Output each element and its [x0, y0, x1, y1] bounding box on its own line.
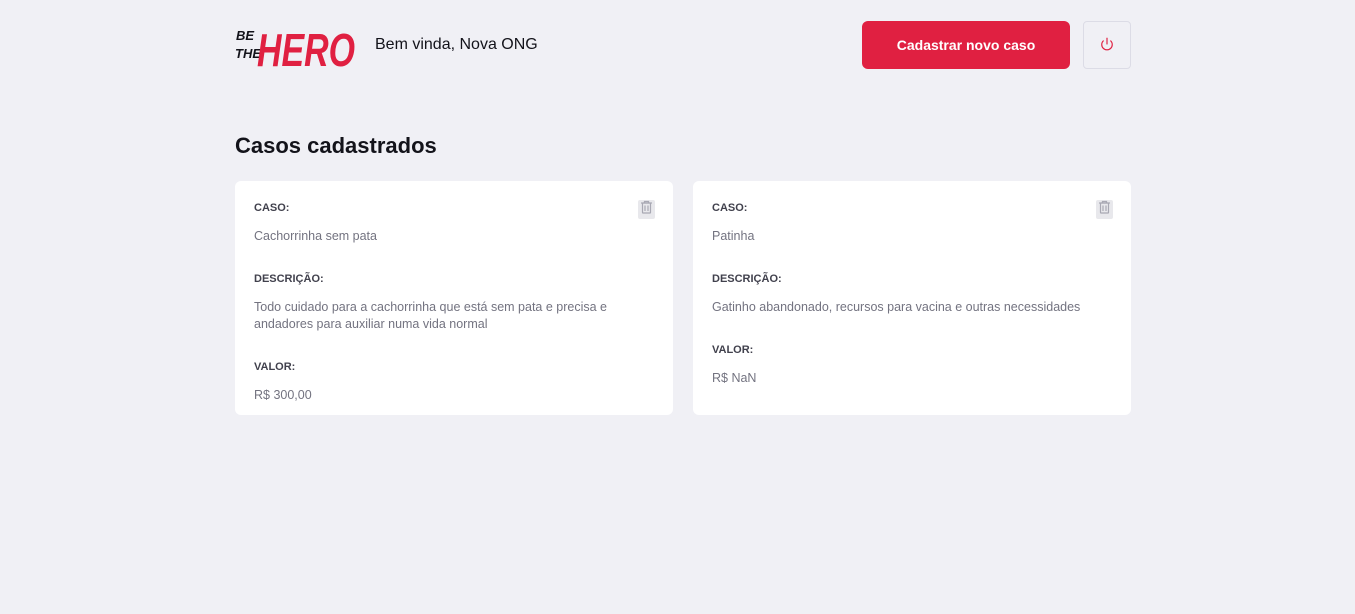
value-amount: R$ 300,00 [254, 388, 312, 402]
power-icon [1100, 37, 1114, 54]
svg-text:HERO: HERO [257, 24, 355, 71]
case-card: CASO: Patinha DESCRIÇÃO: Gatinho abandon… [693, 181, 1131, 415]
trash-icon [640, 200, 653, 219]
value-label: VALOR: [712, 344, 754, 356]
description-label: DESCRIÇÃO: [712, 273, 782, 285]
case-card: CASO: Cachorrinha sem pata DESCRIÇÃO: To… [235, 181, 673, 415]
top-bar: BE THE HERO Bem vinda, Nova ONG Cadastra… [235, 20, 1131, 71]
delete-case-button[interactable] [1096, 200, 1113, 219]
description-value: Todo cuidado para a cachorrinha que está… [254, 300, 608, 331]
profile-page: BE THE HERO Bem vinda, Nova ONG Cadastra… [0, 0, 1355, 614]
case-value: Cachorrinha sem pata [254, 229, 377, 243]
delete-case-button[interactable] [638, 200, 655, 219]
cases-list: CASO: Cachorrinha sem pata DESCRIÇÃO: To… [235, 181, 1131, 415]
welcome-text: Bem vinda, Nova ONG [375, 36, 538, 53]
page-title: Casos cadastrados [235, 133, 437, 158]
svg-text:BE: BE [236, 28, 254, 43]
case-label: CASO: [712, 202, 748, 214]
value-amount: R$ NaN [712, 371, 757, 385]
logout-button[interactable] [1083, 21, 1131, 69]
description-value: Gatinho abandonado, recursos para vacina… [712, 300, 1081, 314]
value-label: VALOR: [254, 361, 296, 373]
be-the-hero-logo: BE THE HERO [235, 20, 357, 71]
description-label: DESCRIÇÃO: [254, 273, 324, 285]
trash-icon [1098, 200, 1111, 219]
case-label: CASO: [254, 202, 290, 214]
case-value: Patinha [712, 229, 755, 243]
new-case-button[interactable]: Cadastrar novo caso [862, 21, 1070, 69]
